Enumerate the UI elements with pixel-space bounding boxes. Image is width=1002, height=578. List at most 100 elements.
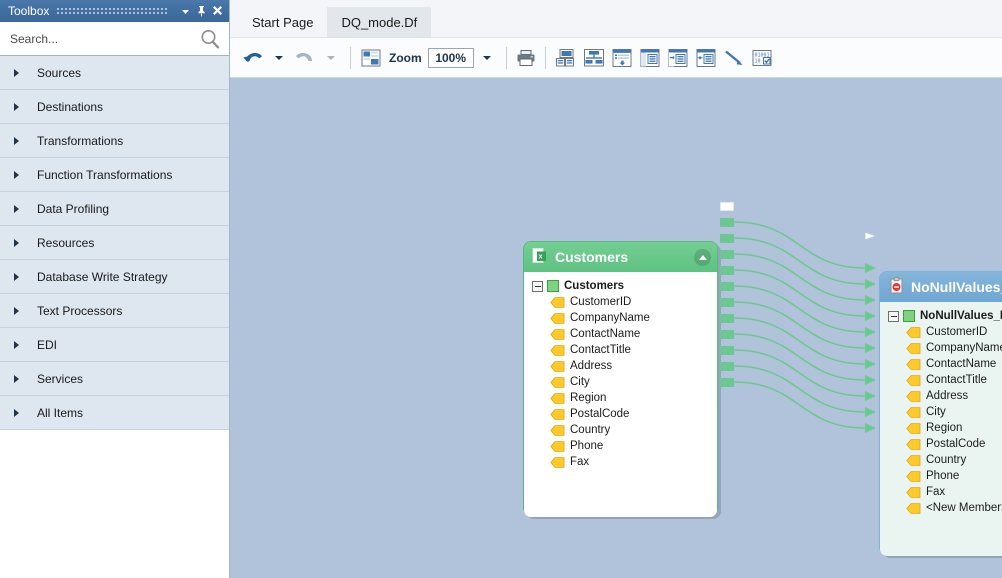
insert-row-icon[interactable]: [608, 43, 636, 73]
field-row[interactable]: Fax: [524, 454, 717, 470]
undo-icon[interactable]: [240, 43, 266, 73]
output-port-field[interactable]: [720, 330, 734, 339]
input-arrow-field: [865, 311, 876, 321]
chevron-up-icon[interactable]: [694, 248, 711, 266]
chevron-right-icon: [14, 136, 19, 145]
output-port-field[interactable]: [720, 282, 734, 291]
field-row[interactable]: ContactTitle: [524, 342, 717, 358]
search-input[interactable]: Search...: [10, 32, 199, 46]
panel-left-icon[interactable]: [636, 43, 664, 73]
field-row[interactable]: CustomerID: [524, 294, 717, 310]
toolbox-item-sources[interactable]: Sources: [0, 56, 229, 90]
output-port-field[interactable]: [720, 362, 734, 371]
panel-resize-icon[interactable]: [692, 43, 720, 73]
field-row[interactable]: ContactTitle: [880, 372, 1002, 388]
toolbox-item-label: Data Profiling: [37, 201, 110, 216]
diagram-canvas[interactable]: x Customers Customers CustomerID CompanyN…: [230, 78, 1002, 578]
field-row[interactable]: Region: [524, 390, 717, 406]
collapse-toggle-icon[interactable]: [532, 280, 543, 292]
toolbar-separator: [505, 46, 507, 69]
output-port-field[interactable]: [720, 218, 734, 227]
pin-icon[interactable]: [194, 3, 209, 19]
dropdown-icon[interactable]: [178, 3, 193, 19]
panel-expand-left-icon[interactable]: [664, 43, 692, 73]
collapse-toggle-icon[interactable]: [888, 310, 899, 322]
tab-start-page[interactable]: Start Page: [238, 7, 327, 37]
output-port-field[interactable]: [720, 234, 734, 243]
output-port-field[interactable]: [720, 266, 734, 275]
field-icon: [550, 344, 565, 356]
field-row[interactable]: Fax: [880, 484, 1002, 500]
field-row[interactable]: Address: [524, 358, 717, 374]
align-distribute-icon[interactable]: [580, 43, 608, 73]
undo-dropdown[interactable]: [266, 43, 292, 73]
field-row[interactable]: Country: [880, 452, 1002, 468]
output-port-field[interactable]: [720, 314, 734, 323]
output-port-field[interactable]: [720, 298, 734, 307]
close-icon[interactable]: [210, 3, 225, 19]
output-port-root[interactable]: [720, 202, 734, 211]
output-port-field[interactable]: [720, 378, 734, 387]
redo-icon[interactable]: [292, 43, 318, 73]
toolbox-item-text-processors[interactable]: Text Processors: [0, 294, 229, 328]
toolbox-item-list: Sources Destinations Transformations Functi…: [0, 56, 229, 430]
field-icon: [550, 456, 565, 468]
field-label: Phone: [926, 470, 960, 482]
zoom-value[interactable]: 100%: [427, 47, 474, 68]
field-row[interactable]: CompanyName: [524, 310, 717, 326]
toolbox-item-data-profiling[interactable]: Data Profiling: [0, 192, 229, 226]
field-row[interactable]: CompanyName: [880, 340, 1002, 356]
grid-check-icon[interactable]: 01001 10: [748, 43, 776, 73]
entity-icon: [903, 310, 915, 322]
toolbox-item-all-items[interactable]: All Items: [0, 396, 229, 430]
diagonal-line-icon[interactable]: [720, 43, 748, 73]
chevron-right-icon: [14, 68, 19, 77]
toolbox-item-database-write-strategy[interactable]: Database Write Strategy: [0, 260, 229, 294]
tab-dq-mode-df[interactable]: DQ_mode.Df: [327, 7, 432, 37]
node-root-row[interactable]: NoNullValues_Rule: [880, 308, 1002, 324]
field-row[interactable]: Region: [880, 420, 1002, 436]
field-row[interactable]: PostalCode: [880, 436, 1002, 452]
node-header[interactable]: NoNullValues_Rule: [880, 272, 1002, 302]
redo-dropdown[interactable]: [318, 43, 344, 73]
field-icon: [550, 296, 565, 308]
field-row[interactable]: ContactName: [880, 356, 1002, 372]
layout-icon[interactable]: [357, 43, 385, 73]
field-row[interactable]: Address: [880, 388, 1002, 404]
output-port-field[interactable]: [720, 250, 734, 259]
drag-grip[interactable]: [57, 7, 169, 15]
toolbox-item-resources[interactable]: Resources: [0, 226, 229, 260]
node-root-row[interactable]: Customers: [524, 278, 717, 294]
field-row[interactable]: City: [880, 404, 1002, 420]
field-icon: [906, 486, 921, 498]
field-icon: [906, 502, 921, 514]
field-label: Country: [570, 424, 611, 436]
field-row[interactable]: City: [524, 374, 717, 390]
print-icon[interactable]: [513, 43, 539, 73]
field-icon: [906, 390, 921, 402]
toolbox-search-row[interactable]: Search...: [0, 22, 229, 56]
zoom-dropdown[interactable]: [474, 43, 500, 73]
node-header[interactable]: x Customers: [524, 242, 717, 272]
node-nonullvalues_rule[interactable]: NoNullValues_Rule NoNullValues_Rule Custo…: [879, 271, 1002, 556]
node-customers[interactable]: x Customers Customers CustomerID CompanyN…: [523, 241, 718, 517]
output-port-field[interactable]: [720, 346, 734, 355]
field-label: ContactTitle: [570, 344, 631, 356]
input-arrow-field: [865, 327, 876, 337]
field-row[interactable]: PostalCode: [524, 406, 717, 422]
field-icon: [906, 486, 921, 498]
align-stack-icon[interactable]: [552, 43, 580, 73]
toolbox-item-label: Database Write Strategy: [37, 269, 168, 284]
toolbox-item-destinations[interactable]: Destinations: [0, 90, 229, 124]
field-row[interactable]: <New Member>: [880, 500, 1002, 516]
field-row[interactable]: Country: [524, 422, 717, 438]
toolbox-item-transformations[interactable]: Transformations: [0, 124, 229, 158]
toolbox-item-edi[interactable]: EDI: [0, 328, 229, 362]
toolbox-item-services[interactable]: Services: [0, 362, 229, 396]
field-row[interactable]: ContactName: [524, 326, 717, 342]
field-row[interactable]: Phone: [880, 468, 1002, 484]
field-row[interactable]: CustomerID: [880, 324, 1002, 340]
field-row[interactable]: Phone: [524, 438, 717, 454]
search-icon[interactable]: [199, 28, 221, 50]
toolbox-item-function-transformations[interactable]: Function Transformations: [0, 158, 229, 192]
